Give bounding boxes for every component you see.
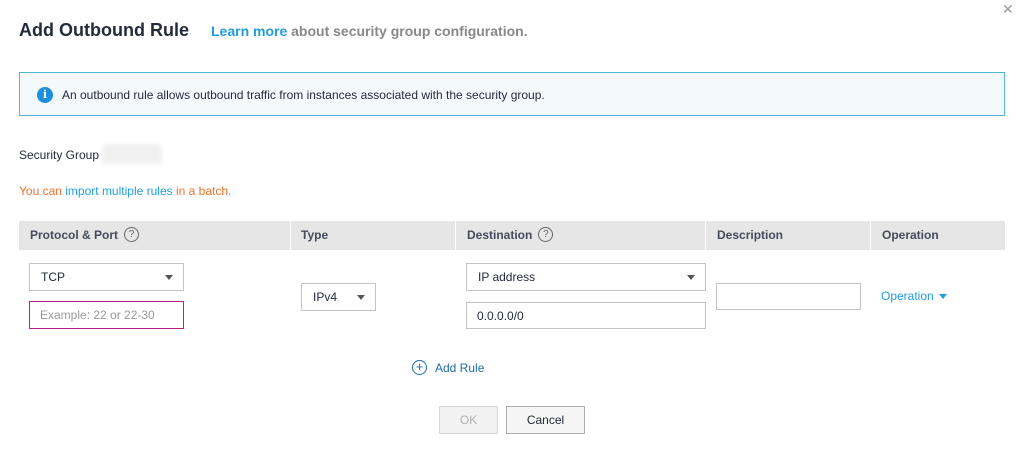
protocol-select-value: TCP: [41, 270, 65, 284]
learn-more-link[interactable]: Learn more: [211, 23, 287, 39]
help-icon[interactable]: ?: [538, 227, 554, 243]
column-divider: [705, 221, 706, 250]
dialog-subtitle: Learn more about security group configur…: [211, 22, 528, 40]
cancel-button[interactable]: Cancel: [506, 406, 585, 434]
banner-text: An outbound rule allows outbound traffic…: [62, 88, 545, 102]
operation-label: Operation: [881, 289, 934, 303]
type-select[interactable]: IPv4: [301, 283, 376, 311]
help-icon[interactable]: ?: [124, 227, 140, 243]
info-banner: i An outbound rule allows outbound traff…: [19, 72, 1005, 116]
column-divider: [290, 221, 291, 250]
destination-type-select[interactable]: IP address: [466, 263, 706, 291]
learn-more-suffix: about security group configuration.: [287, 23, 528, 39]
rules-table-header: Protocol & Port? Type Destination? Descr…: [19, 221, 1005, 250]
header-description: Description: [717, 228, 784, 242]
destination-type-value: IP address: [478, 270, 536, 284]
security-group-value: [102, 144, 162, 164]
header-type: Type: [301, 228, 329, 242]
header-protocol-port: Protocol & Port?: [30, 221, 140, 250]
type-select-value: IPv4: [313, 290, 338, 304]
chevron-down-icon: [687, 275, 695, 280]
destination-input[interactable]: [466, 302, 706, 329]
import-multiple-rules-link[interactable]: import multiple rules: [65, 184, 172, 198]
batch-prefix: You can: [19, 184, 66, 198]
add-circle-icon: +: [412, 360, 427, 376]
ok-button[interactable]: OK: [439, 406, 498, 434]
header-destination: Destination?: [467, 221, 554, 250]
header-protocol-port-label: Protocol & Port: [30, 228, 119, 242]
operation-dropdown[interactable]: Operation: [881, 289, 947, 303]
chevron-down-icon: [357, 295, 365, 300]
caret-down-icon: [938, 294, 947, 300]
batch-suffix: in a batch.: [172, 184, 232, 198]
protocol-select[interactable]: TCP: [29, 263, 184, 291]
column-divider: [455, 221, 456, 250]
add-rule-button[interactable]: + Add Rule: [412, 360, 484, 376]
batch-import-text: You can import multiple rules in a batch…: [19, 184, 231, 198]
info-icon: i: [37, 87, 53, 103]
chevron-down-icon: [165, 275, 173, 280]
description-input[interactable]: [716, 283, 861, 310]
security-group-label: Security Group: [19, 148, 100, 162]
header-operation: Operation: [882, 228, 939, 242]
add-rule-label: Add Rule: [435, 361, 485, 375]
port-input[interactable]: [29, 301, 184, 329]
dialog-title: Add Outbound Rule: [19, 20, 189, 40]
header-destination-label: Destination: [467, 228, 533, 242]
close-icon[interactable]: ✕: [1002, 2, 1016, 16]
column-divider: [870, 221, 871, 250]
